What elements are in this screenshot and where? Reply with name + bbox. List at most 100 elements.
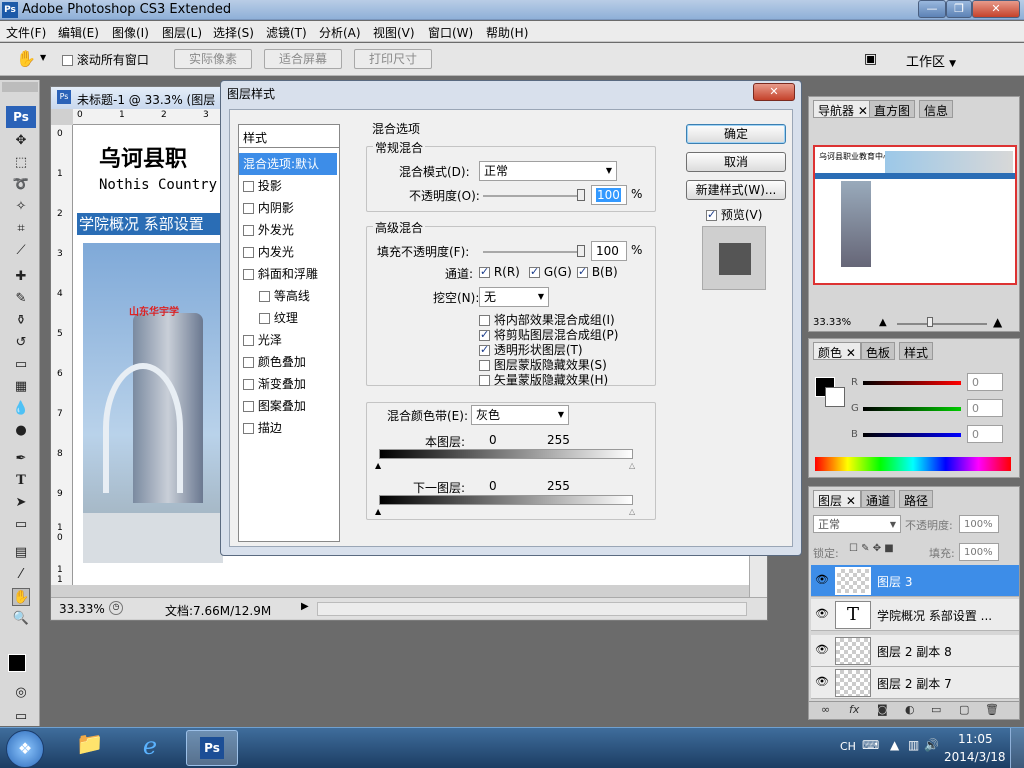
zoom-tool-icon[interactable]: 🔍: [12, 610, 30, 628]
language-indicator[interactable]: CH: [840, 740, 856, 753]
cancel-button[interactable]: 取消: [686, 152, 786, 172]
clone-stamp-tool-icon[interactable]: ⚱: [12, 312, 30, 330]
color-spectrum-bar[interactable]: [815, 457, 1011, 471]
maximize-button[interactable]: ❐: [946, 0, 972, 18]
layer-row[interactable]: 👁 图层 2 副本 8: [811, 635, 1019, 667]
type-tool-icon[interactable]: T: [12, 472, 30, 490]
fill-opacity-slider[interactable]: [483, 251, 583, 253]
channel-r-option[interactable]: R(R): [479, 265, 520, 279]
tray-arrow-icon[interactable]: ▲: [890, 738, 899, 752]
this-layer-black-handle[interactable]: ▲: [375, 461, 381, 470]
print-size-button[interactable]: 打印尺寸: [354, 49, 432, 69]
marquee-tool-icon[interactable]: ⬚: [12, 154, 30, 172]
network-icon[interactable]: ▥: [908, 738, 919, 752]
channel-g-checkbox[interactable]: [529, 265, 540, 278]
styles-header[interactable]: 样式: [243, 129, 267, 146]
close-button[interactable]: ✕: [972, 0, 1020, 18]
blend-mode-dropdown[interactable]: 正常: [479, 161, 617, 181]
vector-mask-hides-option[interactable]: 矢量蒙版隐藏效果(H): [479, 371, 608, 388]
style-item-inner-glow[interactable]: 内发光: [243, 241, 337, 263]
zoom-level[interactable]: 33.33%: [59, 602, 105, 616]
menu-image[interactable]: 图像(I): [112, 24, 149, 41]
style-item-inner-shadow[interactable]: 内阴影: [243, 197, 337, 219]
checkbox[interactable]: [243, 247, 254, 258]
checkbox[interactable]: [243, 423, 254, 434]
new-style-button[interactable]: 新建样式(W)...: [686, 180, 786, 200]
style-item-color-overlay[interactable]: 颜色叠加: [243, 351, 337, 373]
style-item-outer-glow[interactable]: 外发光: [243, 219, 337, 241]
actual-pixels-button[interactable]: 实际像素: [174, 49, 252, 69]
notes-tool-icon[interactable]: ▤: [12, 544, 30, 562]
path-selection-tool-icon[interactable]: ➤: [12, 494, 30, 512]
menu-edit[interactable]: 编辑(E): [58, 24, 99, 41]
adjustment-layer-icon[interactable]: ◐: [905, 703, 915, 716]
opacity-field[interactable]: 100: [591, 185, 627, 205]
clock-date[interactable]: 2014/3/18: [944, 750, 1006, 764]
menu-file[interactable]: 文件(F): [6, 24, 46, 41]
bridge-icon[interactable]: ▣: [864, 51, 877, 67]
scroll-all-windows-option[interactable]: 滚动所有窗口: [62, 51, 149, 68]
style-item-bevel-emboss[interactable]: 斜面和浮雕: [243, 263, 337, 285]
preview-checkbox[interactable]: [706, 208, 717, 221]
pen-tool-icon[interactable]: ✒: [12, 450, 30, 468]
style-item-pattern-overlay[interactable]: 图案叠加: [243, 395, 337, 417]
checkbox[interactable]: [243, 203, 254, 214]
dialog-close-button[interactable]: ✕: [753, 83, 795, 101]
slice-tool-icon[interactable]: ⟋: [12, 242, 30, 260]
start-button[interactable]: ❖: [6, 730, 44, 768]
fill-opacity-field[interactable]: 100: [591, 241, 627, 261]
eye-icon[interactable]: 👁: [815, 675, 829, 688]
eye-icon[interactable]: 👁: [815, 643, 829, 656]
menu-filter[interactable]: 滤镜(T): [266, 24, 307, 41]
workspace-menu[interactable]: 工作区 ▼: [906, 51, 956, 70]
gradient-tool-icon[interactable]: ▦: [12, 378, 30, 396]
checkbox[interactable]: [479, 360, 490, 371]
opacity-slider[interactable]: [483, 195, 583, 197]
channel-r-checkbox[interactable]: [479, 265, 490, 278]
style-item-drop-shadow[interactable]: 投影: [243, 175, 337, 197]
eyedropper-tool-icon[interactable]: ⁄: [12, 566, 30, 584]
channel-b-option[interactable]: B(B): [577, 265, 618, 279]
style-item-stroke[interactable]: 描边: [243, 417, 337, 439]
checkbox[interactable]: [243, 225, 254, 236]
b-slider[interactable]: [863, 433, 961, 437]
tab-navigator[interactable]: 导航器 ✕: [813, 100, 873, 118]
volume-icon[interactable]: 🔊: [924, 738, 939, 752]
eye-icon[interactable]: 👁: [815, 607, 829, 620]
style-item-contour[interactable]: 等高线: [259, 285, 337, 307]
navigator-zoom[interactable]: 33.33%: [813, 317, 851, 328]
photoshop-badge-icon[interactable]: Ps: [6, 106, 36, 128]
g-value-field[interactable]: 0: [967, 399, 1003, 417]
history-brush-tool-icon[interactable]: ↺: [12, 334, 30, 352]
checkbox[interactable]: [479, 343, 490, 356]
r-slider[interactable]: [863, 381, 961, 385]
navigator-slider-thumb[interactable]: [927, 317, 933, 327]
shape-tool-icon[interactable]: ▭: [12, 516, 30, 534]
tab-histogram[interactable]: 直方图: [869, 100, 916, 118]
style-item-gradient-overlay[interactable]: 渐变叠加: [243, 373, 337, 395]
eraser-tool-icon[interactable]: ▭: [12, 356, 30, 374]
tab-layers[interactable]: 图层 ✕: [813, 490, 861, 508]
ok-button[interactable]: 确定: [686, 124, 786, 144]
menu-help[interactable]: 帮助(H): [486, 24, 528, 41]
tab-paths[interactable]: 路径: [899, 490, 934, 508]
checkbox[interactable]: [479, 315, 490, 326]
navigator-preview[interactable]: 乌诃县职业教育中心: [813, 145, 1017, 285]
file-explorer-icon[interactable]: 📁: [70, 732, 110, 764]
link-layers-icon[interactable]: ∞: [821, 703, 830, 716]
layer-row[interactable]: 👁 T 学院概况 系部设置 ...: [811, 599, 1019, 631]
fit-screen-button[interactable]: 适合屏幕: [264, 49, 342, 69]
checkbox[interactable]: [243, 269, 254, 280]
scroll-all-checkbox[interactable]: [62, 55, 73, 66]
style-item-texture[interactable]: 纹理: [259, 307, 337, 329]
layer-blend-mode-dropdown[interactable]: 正常: [813, 515, 901, 534]
fx-icon[interactable]: fx: [849, 703, 859, 716]
crop-tool-icon[interactable]: ⌗: [12, 220, 30, 238]
hand-tool-icon-active[interactable]: ✋: [12, 588, 30, 606]
checkbox[interactable]: [243, 379, 254, 390]
tab-channels[interactable]: 通道: [861, 490, 896, 508]
checkbox[interactable]: [243, 401, 254, 412]
checkbox[interactable]: [259, 291, 270, 302]
this-layer-white-handle[interactable]: △: [629, 461, 635, 470]
minimize-button[interactable]: —: [918, 0, 946, 18]
